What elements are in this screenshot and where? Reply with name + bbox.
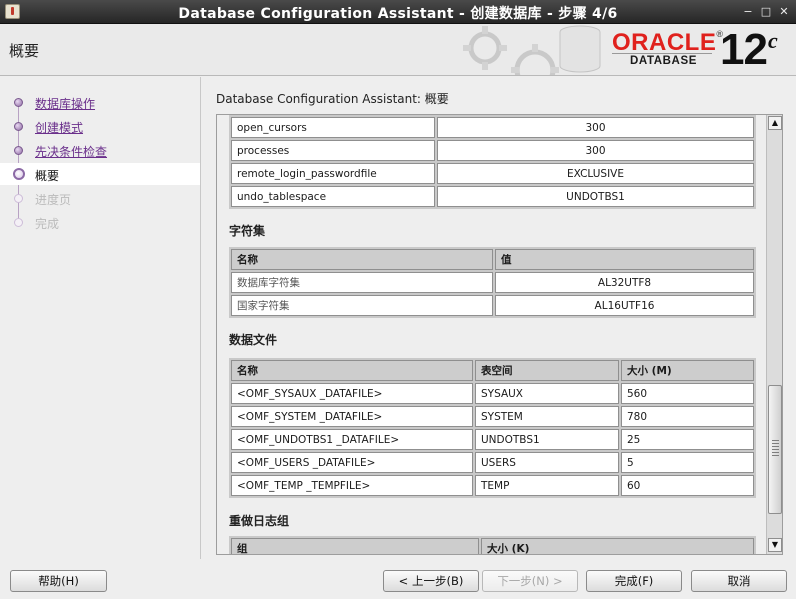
tablespace-cell: SYSTEM bbox=[475, 406, 619, 427]
datafile-name-cell: <OMF_SYSAUX _DATAFILE> bbox=[231, 383, 473, 404]
table-row: remote_login_passwordfile EXCLUSIVE bbox=[231, 163, 754, 184]
redo-log-table: 组 大小 (K) bbox=[229, 536, 756, 554]
param-name-cell: undo_tablespace bbox=[231, 186, 435, 207]
datafile-name-cell: <OMF_USERS _DATAFILE> bbox=[231, 452, 473, 473]
step-done-icon bbox=[14, 98, 23, 107]
nav-item-finish: 完成 bbox=[0, 211, 200, 233]
param-value-cell: UNDOTBS1 bbox=[437, 186, 754, 207]
param-name-cell: remote_login_passwordfile bbox=[231, 163, 435, 184]
next-button: 下一步(N) > bbox=[482, 570, 578, 592]
charset-name-cell: 国家字符集 bbox=[231, 295, 493, 316]
charset-table: 名称 值 数据库字符集 AL32UTF8 国家字符集 AL16UTF16 bbox=[229, 247, 756, 318]
vertical-scrollbar[interactable]: ▲ ▼ bbox=[766, 115, 782, 554]
param-name-cell: processes bbox=[231, 140, 435, 161]
step-pending-icon bbox=[14, 194, 23, 203]
datafile-name-cell: <OMF_SYSTEM _DATAFILE> bbox=[231, 406, 473, 427]
charset-section-title: 字符集 bbox=[229, 224, 266, 238]
column-header: 值 bbox=[495, 249, 754, 270]
back-button[interactable]: < 上一步(B) bbox=[383, 570, 479, 592]
charset-value-cell: AL32UTF8 bbox=[495, 272, 754, 293]
nav-item-prereq-checks[interactable]: 先决条件检查 bbox=[0, 139, 200, 161]
table-row: <OMF_USERS _DATAFILE> USERS 5 bbox=[231, 452, 754, 473]
nav-item-creation-mode[interactable]: 创建模式 bbox=[0, 115, 200, 137]
table-row: <OMF_UNDOTBS1 _DATAFILE> UNDOTBS1 25 bbox=[231, 429, 754, 450]
tablespace-cell: USERS bbox=[475, 452, 619, 473]
gears-decoration-icon bbox=[463, 25, 601, 75]
param-value-cell: 300 bbox=[437, 117, 754, 138]
minimize-button[interactable]: − bbox=[741, 5, 755, 19]
table-row: 国家字符集 AL16UTF16 bbox=[231, 295, 754, 316]
nav-item-label: 进度页 bbox=[35, 193, 72, 207]
column-header: 名称 bbox=[231, 249, 493, 270]
oracle-database-label: DATABASE bbox=[630, 55, 697, 67]
nav-item-label: 概要 bbox=[35, 169, 60, 183]
param-value-cell: 300 bbox=[437, 140, 754, 161]
table-header-row: 名称 值 bbox=[231, 249, 754, 270]
table-row: 数据库字符集 AL32UTF8 bbox=[231, 272, 754, 293]
init-params-table: open_cursors 300 processes 300 remote_lo… bbox=[229, 115, 756, 209]
maximize-button[interactable]: □ bbox=[759, 5, 773, 19]
column-header: 大小 (K) bbox=[481, 538, 754, 554]
content-heading: Database Configuration Assistant: 概要 bbox=[216, 92, 449, 106]
window-title: Database Configuration Assistant - 创建数据库… bbox=[178, 6, 618, 22]
datafiles-table: 名称 表空间 大小 (M) <OMF_SYSAUX _DATAFILE> SYS… bbox=[229, 358, 756, 498]
size-cell: 60 bbox=[621, 475, 754, 496]
column-header: 表空间 bbox=[475, 360, 619, 381]
column-header: 组 bbox=[231, 538, 479, 554]
nav-item-label[interactable]: 创建模式 bbox=[35, 119, 83, 136]
step-done-icon bbox=[14, 146, 23, 155]
datafile-name-cell: <OMF_UNDOTBS1 _DATAFILE> bbox=[231, 429, 473, 450]
grip-icon bbox=[772, 440, 779, 458]
table-row: <OMF_SYSTEM _DATAFILE> SYSTEM 780 bbox=[231, 406, 754, 427]
table-row: open_cursors 300 bbox=[231, 117, 754, 138]
column-header: 大小 (M) bbox=[621, 360, 754, 381]
summary-scroll-pane[interactable]: open_cursors 300 processes 300 remote_lo… bbox=[216, 114, 783, 555]
size-cell: 560 bbox=[621, 383, 754, 404]
table-header-row: 名称 表空间 大小 (M) bbox=[231, 360, 754, 381]
nav-item-label[interactable]: 先决条件检查 bbox=[35, 143, 107, 160]
table-row: <OMF_TEMP _TEMPFILE> TEMP 60 bbox=[231, 475, 754, 496]
header-banner: 概要 ORACLE® DATABASE 12 c bbox=[0, 24, 796, 76]
nav-item-summary[interactable]: 概要 bbox=[0, 163, 200, 185]
charset-value-cell: AL16UTF16 bbox=[495, 295, 754, 316]
cancel-button[interactable]: 取消 bbox=[691, 570, 787, 592]
step-current-icon bbox=[13, 168, 25, 180]
version-suffix: c bbox=[768, 28, 778, 53]
scroll-up-icon[interactable]: ▲ bbox=[768, 116, 782, 130]
table-row: <OMF_SYSAUX _DATAFILE> SYSAUX 560 bbox=[231, 383, 754, 404]
redo-section-title: 重做日志组 bbox=[229, 514, 290, 528]
nav-item-db-operation[interactable]: 数据库操作 bbox=[0, 91, 200, 113]
step-navigation: 数据库操作 创建模式 先决条件检查 概要 进度页 完成 bbox=[0, 77, 201, 559]
datafiles-section-title: 数据文件 bbox=[229, 333, 278, 347]
scroll-down-icon[interactable]: ▼ bbox=[768, 538, 782, 552]
scrollbar-thumb[interactable] bbox=[768, 385, 782, 514]
size-cell: 780 bbox=[621, 406, 754, 427]
close-button[interactable]: ✕ bbox=[777, 5, 791, 19]
page-title: 概要 bbox=[9, 42, 40, 60]
table-row: undo_tablespace UNDOTBS1 bbox=[231, 186, 754, 207]
help-button[interactable]: 帮助(H) bbox=[10, 570, 107, 592]
param-name-cell: open_cursors bbox=[231, 117, 435, 138]
step-pending-icon bbox=[14, 218, 23, 227]
step-done-icon bbox=[14, 122, 23, 131]
version-number: 12 bbox=[720, 25, 768, 74]
param-value-cell: EXCLUSIVE bbox=[437, 163, 754, 184]
nav-item-progress: 进度页 bbox=[0, 187, 200, 209]
size-cell: 25 bbox=[621, 429, 754, 450]
tablespace-cell: TEMP bbox=[475, 475, 619, 496]
tablespace-cell: UNDOTBS1 bbox=[475, 429, 619, 450]
nav-item-label[interactable]: 数据库操作 bbox=[35, 95, 95, 112]
column-header: 名称 bbox=[231, 360, 473, 381]
table-header-row: 组 大小 (K) bbox=[231, 538, 754, 554]
finish-button[interactable]: 完成(F) bbox=[586, 570, 682, 592]
tablespace-cell: SYSAUX bbox=[475, 383, 619, 404]
nav-item-label: 完成 bbox=[35, 217, 60, 231]
summary-content: open_cursors 300 processes 300 remote_lo… bbox=[217, 115, 766, 554]
table-row: processes 300 bbox=[231, 140, 754, 161]
window-titlebar: Database Configuration Assistant - 创建数据库… bbox=[0, 0, 796, 24]
datafile-name-cell: <OMF_TEMP _TEMPFILE> bbox=[231, 475, 473, 496]
charset-name-cell: 数据库字符集 bbox=[231, 272, 493, 293]
size-cell: 5 bbox=[621, 452, 754, 473]
logo-divider bbox=[612, 53, 712, 54]
